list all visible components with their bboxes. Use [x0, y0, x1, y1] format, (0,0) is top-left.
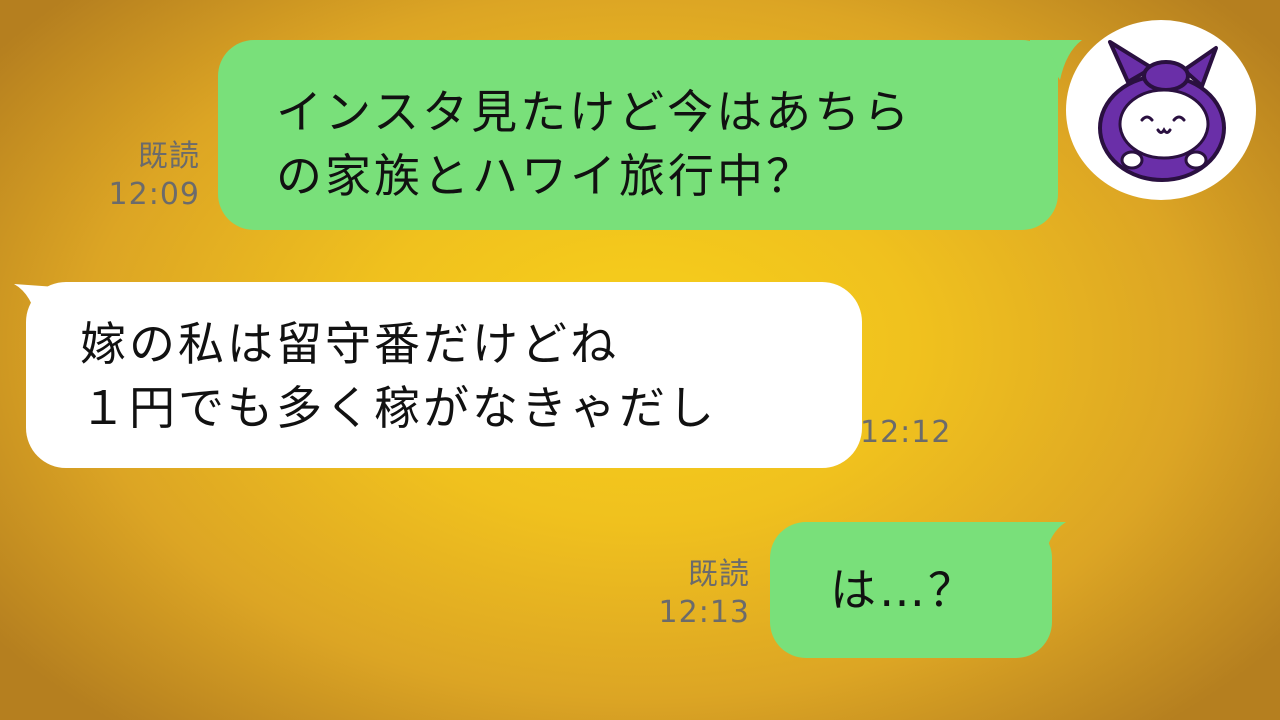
message-text-line: インスタ見たけど今はあちら — [276, 85, 913, 139]
timestamp: 12:09 — [108, 177, 200, 212]
read-receipt: 既読 — [688, 557, 750, 592]
message-meta: 12:12 — [860, 414, 984, 452]
avatar[interactable] — [1066, 20, 1256, 200]
purple-cloth-wrapped-mascot-icon — [1098, 40, 1226, 182]
message-text-line: は…？ — [830, 563, 977, 617]
message-text-line: １円でも多く稼がなきゃだし — [80, 381, 717, 435]
message-text-line: の家族とハワイ旅行中？ — [276, 149, 815, 203]
sent-message-bubble[interactable]: は…？ — [770, 522, 1052, 658]
message-text-line: 嫁の私は留守番だけどね — [80, 317, 619, 371]
received-message-bubble[interactable]: 嫁の私は留守番だけどね １円でも多く稼がなきゃだし — [26, 282, 862, 468]
timestamp: 12:13 — [658, 595, 750, 630]
sent-message-bubble[interactable]: インスタ見たけど今はあちら の家族とハワイ旅行中？ — [218, 40, 1058, 230]
message-meta: 既読 12:13 — [630, 556, 750, 632]
read-receipt: 既読 — [138, 139, 200, 174]
timestamp: 12:12 — [860, 415, 952, 450]
message-meta: 既読 12:09 — [80, 138, 200, 214]
